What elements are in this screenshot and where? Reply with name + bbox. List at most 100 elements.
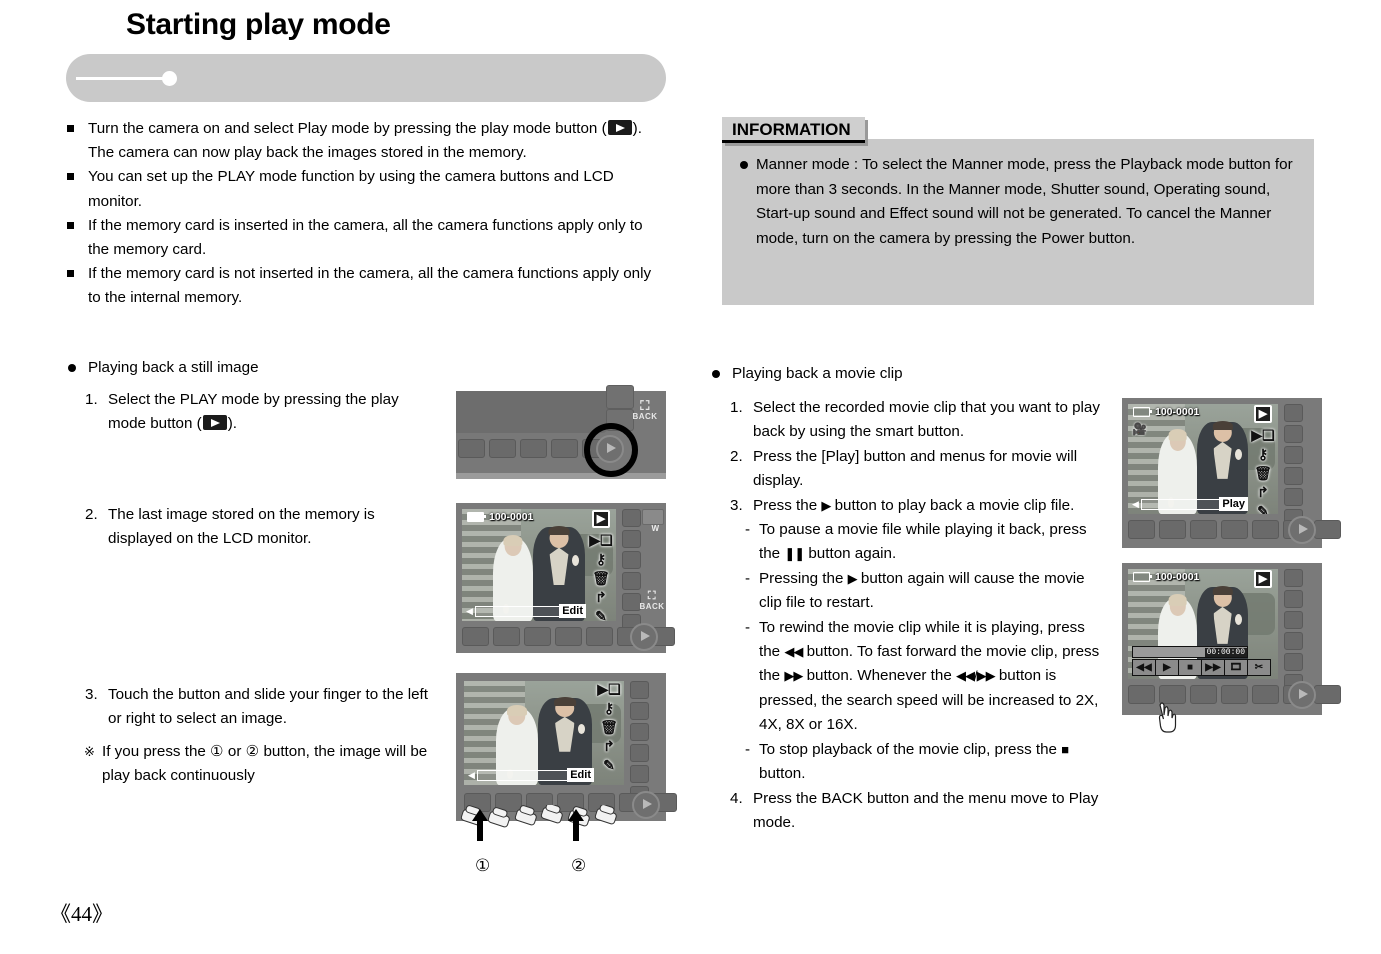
movie-step-1: 1. Select the recorded movie clip that yo… [730, 396, 1110, 445]
smart-button[interactable] [489, 439, 516, 458]
smart-button[interactable] [520, 439, 547, 458]
side-button[interactable] [1284, 632, 1303, 650]
side-button[interactable] [1284, 488, 1303, 506]
step-text: Select the recorded movie clip that you … [753, 399, 1100, 441]
delete-icon[interactable]: 🗑 [592, 571, 610, 585]
capture-button-icon[interactable]: 🎞 [1225, 660, 1248, 675]
side-button-column[interactable] [630, 681, 649, 804]
smart-button[interactable] [1190, 520, 1217, 539]
smart-button[interactable] [551, 439, 578, 458]
stop-button-icon[interactable]: ■ [1179, 660, 1202, 675]
protect-icon[interactable]: ⚷ [596, 552, 606, 566]
step-text: Touch the button and slide your finger t… [108, 686, 428, 728]
square-bullet-icon [67, 173, 74, 181]
side-button[interactable] [1284, 611, 1303, 629]
play-button-icon [607, 120, 632, 135]
rotate-icon[interactable]: ↱ [603, 739, 615, 753]
zoom-lever[interactable] [642, 509, 664, 525]
side-button[interactable] [1284, 404, 1303, 422]
side-button-column[interactable] [622, 509, 641, 632]
movie-control-bar[interactable]: ◀◀ ▶ ■ ▶▶ 🎞 ✂ [1132, 659, 1271, 676]
side-button-column[interactable] [1284, 569, 1303, 692]
movie-progress-bar[interactable]: 00:00:00 [1132, 646, 1248, 658]
side-button[interactable] [630, 744, 649, 762]
delete-icon[interactable]: 🗑 [1254, 466, 1272, 480]
play-mode-icon[interactable]: ▶ [1253, 405, 1273, 423]
protect-icon[interactable]: ⚷ [604, 701, 614, 715]
rotate-icon[interactable]: ↱ [1257, 485, 1269, 499]
side-button[interactable] [622, 530, 641, 548]
substep-text-a: Pressing the [759, 569, 848, 587]
smart-button[interactable] [1252, 520, 1279, 539]
step-number: 1. [730, 399, 743, 416]
smart-button[interactable] [1221, 685, 1248, 704]
slideshow-icon[interactable]: ▶❏ [1251, 428, 1274, 442]
side-button[interactable] [1284, 446, 1303, 464]
fast-forward-button-icon[interactable]: ▶▶ [1202, 660, 1225, 675]
play-button-icon[interactable]: ▶ [1156, 660, 1179, 675]
side-button[interactable] [630, 723, 649, 741]
resize-icon[interactable]: ✎ [1257, 504, 1269, 514]
smart-button[interactable] [1252, 685, 1279, 704]
smart-button[interactable] [586, 627, 613, 646]
smart-button[interactable] [458, 439, 485, 458]
step-text: The last image stored on the memory is d… [108, 506, 375, 548]
substep-text-b: button. [759, 765, 806, 783]
side-button[interactable] [622, 572, 641, 590]
play-mode-button[interactable] [630, 623, 658, 651]
step-text-b: button to play back a movie clip file. [830, 496, 1075, 514]
note-text: If you press the ① or ② button, the imag… [102, 743, 428, 785]
resize-icon[interactable]: ✎ [603, 758, 615, 772]
slideshow-icon[interactable]: ▶❏ [597, 682, 620, 696]
dash-bullet: - [745, 740, 751, 758]
play-mode-button[interactable] [1288, 516, 1316, 544]
delete-icon[interactable]: 🗑 [600, 720, 618, 734]
side-button[interactable] [1284, 569, 1303, 587]
protect-icon[interactable]: ⚷ [1258, 447, 1268, 461]
side-button[interactable] [630, 681, 649, 699]
slider-left-arrow-icon[interactable]: ◀ [466, 606, 473, 617]
resize-icon[interactable]: ✎ [595, 609, 607, 621]
play-mode-icon[interactable]: ▶ [591, 510, 611, 528]
smart-button[interactable] [524, 627, 551, 646]
intro-bullet-item: Turn the camera on and select Play mode … [66, 117, 666, 165]
smart-button[interactable] [1314, 520, 1341, 539]
dash-bullet: - [745, 618, 751, 636]
movie-substep-stop: - To stop playback of the movie clip, pre… [745, 738, 1110, 787]
edit-label[interactable]: Edit [567, 768, 594, 782]
side-button[interactable] [622, 551, 641, 569]
side-button[interactable] [1284, 467, 1303, 485]
slider-left-arrow-icon[interactable]: ◀ [1132, 499, 1139, 510]
side-button[interactable] [1284, 653, 1303, 671]
side-button[interactable] [630, 702, 649, 720]
lcd-icon-column: ▶ ▶❏ ⚷ 🗑 ↱ ✎ [1250, 405, 1276, 514]
play-mode-button[interactable] [1288, 681, 1316, 709]
side-button[interactable] [622, 509, 641, 527]
smart-button[interactable] [1190, 685, 1217, 704]
smart-button[interactable] [555, 627, 582, 646]
smart-button[interactable] [1159, 520, 1186, 539]
slider-left-arrow-icon[interactable]: ◀ [468, 770, 475, 781]
rotate-icon[interactable]: ↱ [595, 590, 607, 604]
step-number: 2. [85, 506, 98, 523]
figure-lcd-still-image: 100-0001 ▶ ▶❏ ⚷ 🗑 ↱ ✎ ◀ ▶ Edit [456, 503, 675, 653]
play-mode-icon[interactable]: ▶ [1253, 570, 1273, 588]
rewind-button-icon[interactable]: ◀◀ [1133, 660, 1156, 675]
slideshow-icon[interactable]: ▶❏ [589, 533, 612, 547]
smart-button[interactable] [1128, 520, 1155, 539]
intro-bullet-item: If the memory card is not inserted in th… [66, 262, 666, 310]
side-button[interactable] [1284, 590, 1303, 608]
smart-button[interactable] [462, 627, 489, 646]
step-number: 3. [730, 496, 743, 514]
edit-label[interactable]: Edit [559, 604, 586, 618]
trim-button-icon[interactable]: ✂ [1248, 660, 1270, 675]
smart-button[interactable] [1221, 520, 1248, 539]
play-label[interactable]: Play [1219, 497, 1248, 511]
side-button[interactable] [1284, 425, 1303, 443]
step-text: Press the BACK button and the menu move … [753, 789, 1099, 831]
side-button[interactable] [630, 765, 649, 783]
side-button-column[interactable] [1284, 404, 1303, 527]
smart-button[interactable] [1314, 685, 1341, 704]
smart-button[interactable] [1128, 685, 1155, 704]
smart-button[interactable] [493, 627, 520, 646]
